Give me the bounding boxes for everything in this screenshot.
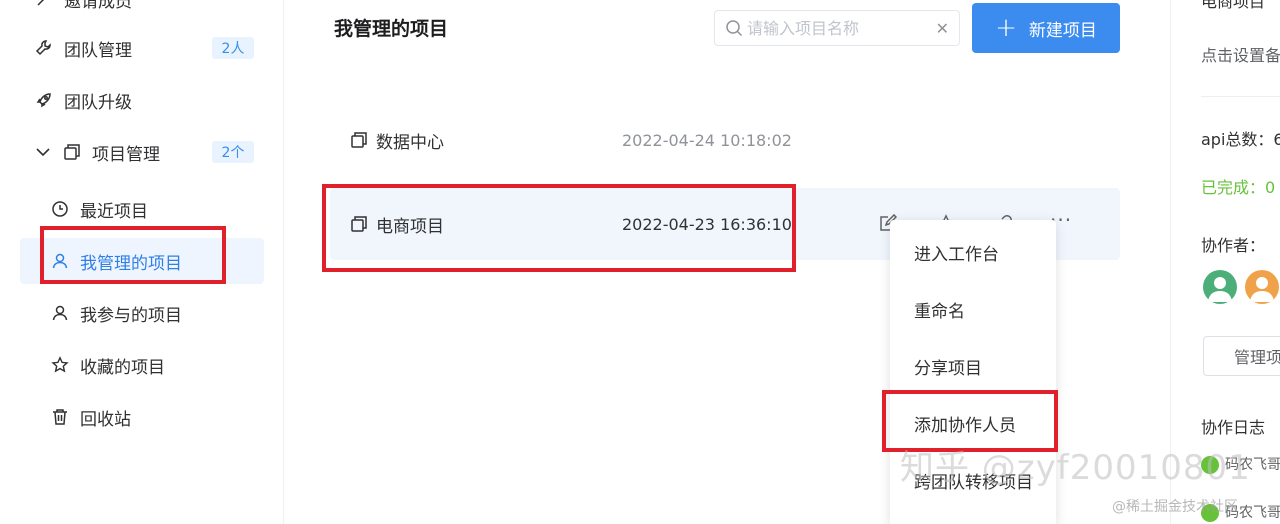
- sidebar-item-label: 我参与的项目: [80, 305, 182, 326]
- project-name: 数据中心: [376, 132, 444, 153]
- sidebar-item-recycle-bin[interactable]: 回收站: [20, 394, 264, 440]
- clock-icon: [50, 199, 70, 219]
- trash-icon: [50, 407, 70, 427]
- rocket-icon: [34, 90, 54, 110]
- manage-project-button[interactable]: 管理项目: [1203, 336, 1280, 376]
- panel-project-name: 电商项目: [1201, 0, 1266, 11]
- sidebar-item-label: 收藏的项目: [80, 357, 165, 378]
- zhihu-watermark: 知乎 @zyf20010801: [900, 448, 1251, 488]
- project-row[interactable]: 数据中心 2022-04-24 10:18:02: [330, 104, 1120, 176]
- new-project-label: 新建项目: [1028, 20, 1097, 41]
- chevron-down-icon[interactable]: [34, 143, 52, 161]
- avatar[interactable]: [1203, 270, 1237, 304]
- sidebar-item-invite[interactable]: 邀请成员: [20, 0, 264, 22]
- sidebar-item-team-upgrade[interactable]: 团队升级: [20, 77, 264, 123]
- sidebar-item-label: 团队管理: [64, 40, 132, 61]
- sidebar-item-participated[interactable]: 我参与的项目: [20, 290, 264, 336]
- api-total: api总数：6: [1201, 130, 1280, 149]
- search-icon: [725, 19, 743, 37]
- set-remark-link[interactable]: 点击设置备注: [1201, 42, 1280, 66]
- collaborators-label: 协作者：: [1201, 236, 1266, 255]
- sidebar-item-favorites[interactable]: 收藏的项目: [20, 342, 264, 388]
- menu-item-share[interactable]: 分享项目: [890, 338, 1056, 394]
- log-label: 协作日志: [1201, 418, 1266, 437]
- project-count-badge: 2个: [212, 141, 254, 163]
- menu-item-enter-workspace[interactable]: 进入工作台: [890, 224, 1056, 280]
- member-count-badge: 2人: [212, 37, 254, 59]
- sidebar-item-project-manage[interactable]: 项目管理 2个: [20, 129, 264, 175]
- sidebar-item-label: 项目管理: [92, 144, 160, 165]
- sidebar-item-label: 最近项目: [80, 201, 148, 222]
- new-project-button[interactable]: + 新建项目: [972, 3, 1120, 53]
- highlight-box: [322, 184, 796, 272]
- sidebar-item-label: 邀请成员: [64, 0, 132, 12]
- project-icon: [350, 130, 370, 150]
- sidebar-item-label: 团队升级: [64, 92, 132, 113]
- clear-icon[interactable]: ✕: [936, 19, 949, 38]
- avatar[interactable]: [1245, 270, 1279, 304]
- folder-stack-icon: [62, 142, 82, 162]
- plus-icon: +: [995, 13, 1017, 43]
- search-input[interactable]: [747, 18, 927, 38]
- csdn-watermark: @稀土掘金技术社区: [1112, 499, 1238, 515]
- star-icon: [50, 355, 70, 375]
- project-date: 2022-04-24 10:18:02: [622, 130, 792, 150]
- completed-count: 已完成：0: [1201, 178, 1276, 197]
- sidebar-item-label: 回收站: [80, 409, 131, 430]
- wrench-icon: [34, 38, 54, 58]
- sidebar-item-team-manage[interactable]: 团队管理 2人: [20, 25, 264, 71]
- menu-item-rename[interactable]: 重命名: [890, 281, 1056, 337]
- divider: [1201, 96, 1280, 97]
- invite-icon: [34, 0, 54, 9]
- page-title: 我管理的项目: [334, 18, 449, 40]
- search-box: ✕: [714, 10, 960, 46]
- highlight-box: [40, 226, 226, 284]
- user-icon: [50, 303, 70, 323]
